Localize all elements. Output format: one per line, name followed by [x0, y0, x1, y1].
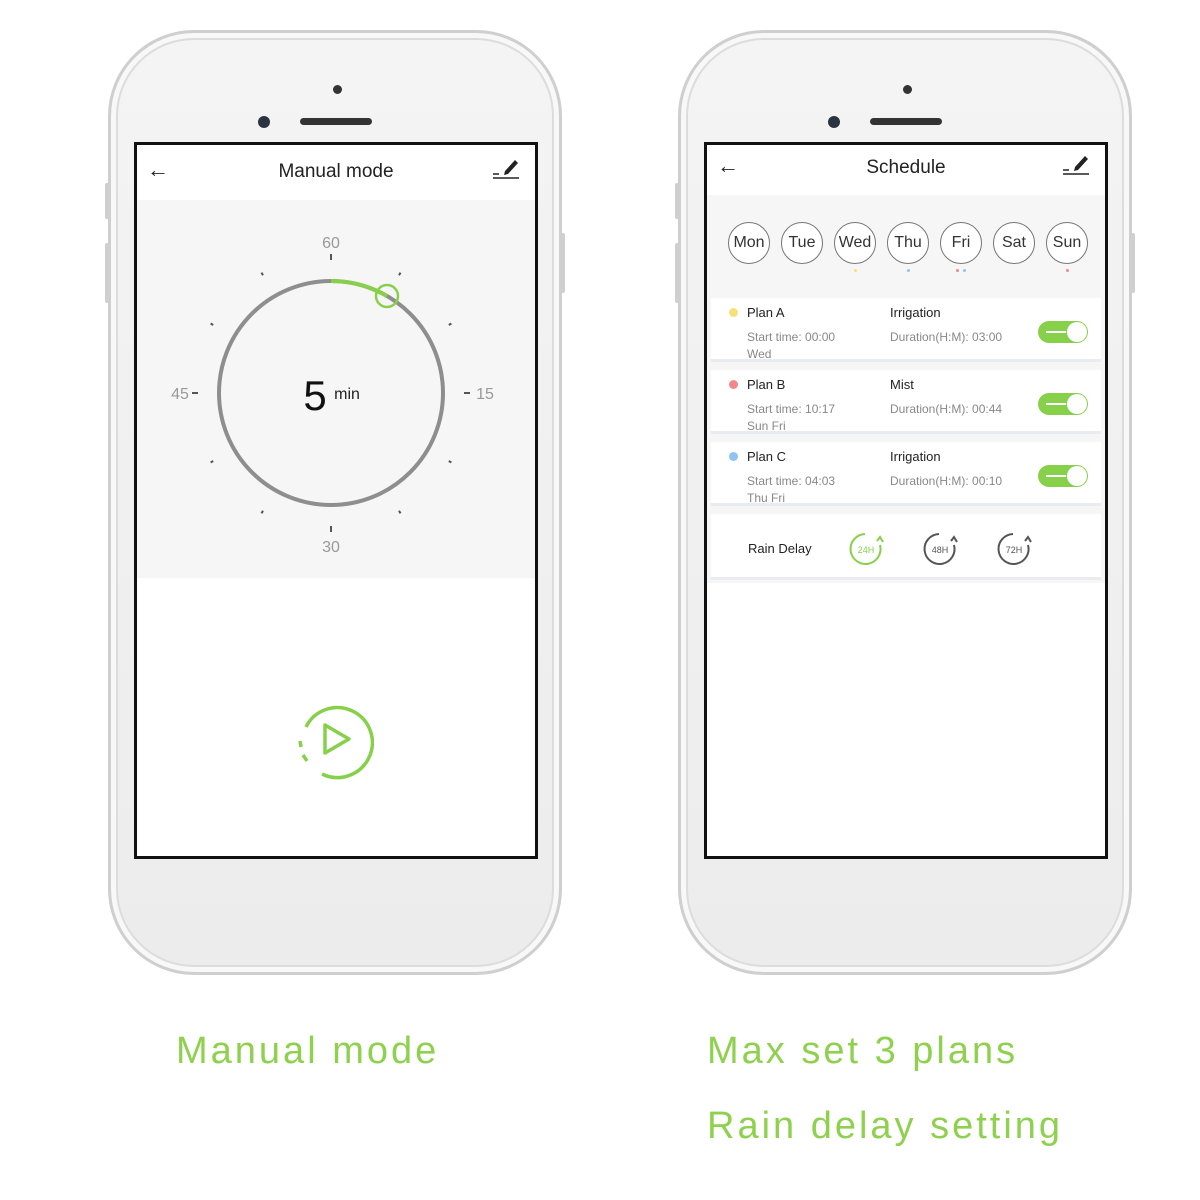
dial-label-60: 60: [322, 235, 340, 252]
plan-color-dot: [729, 452, 738, 461]
dial-label-45: 45: [171, 386, 189, 403]
sensor: [333, 85, 342, 94]
front-camera: [258, 116, 270, 128]
plan-type: Mist: [890, 377, 914, 392]
dial-tick: [448, 460, 452, 464]
dial-tick: [260, 510, 264, 514]
plan-enable-toggle[interactable]: [1038, 321, 1088, 343]
header: ← Manual mode: [137, 145, 535, 200]
plan-dot: [853, 269, 857, 272]
plan-color-dot: [729, 380, 738, 389]
plan-dot: [1065, 269, 1069, 272]
day-thu[interactable]: Thu: [887, 222, 929, 264]
front-camera: [828, 116, 840, 128]
header: ← Schedule: [707, 145, 1105, 195]
plan-dot: [906, 269, 910, 272]
timer-unit: min: [334, 386, 360, 403]
timer-dial[interactable]: 60 15 30 45 5 min: [137, 200, 535, 578]
pencil-icon[interactable]: [493, 157, 519, 179]
page-title: Schedule: [866, 157, 946, 178]
rain-delay-48h-icon[interactable]: 48H: [921, 529, 961, 569]
dial-track: [217, 279, 445, 507]
plan-name: Plan C: [747, 449, 787, 464]
caption-plans: Max set 3 plans: [707, 1030, 1019, 1072]
dial-panel: 60 15 30 45 5 min: [137, 200, 535, 578]
plan-color-dot: [729, 308, 738, 317]
page-title: Manual mode: [278, 161, 394, 182]
plan-type: Irrigation: [890, 449, 941, 464]
manual-mode-screen: ← Manual mode 60 15 30 45 5 min: [134, 142, 538, 859]
dial-tick: [210, 460, 214, 464]
plan-enable-toggle[interactable]: [1038, 465, 1088, 487]
plan-row[interactable]: Plan B Start time: 10:17 Sun Fri Mist Du…: [711, 370, 1101, 434]
caption-rain-delay: Rain delay setting: [707, 1105, 1064, 1147]
dial-label-15: 15: [476, 386, 494, 403]
timer-value: 5: [303, 372, 326, 419]
plan-row[interactable]: Plan A Start time: 00:00 Wed Irrigation …: [711, 298, 1101, 362]
sensor: [903, 85, 912, 94]
rain-delay-24h-icon[interactable]: 24H: [847, 529, 887, 569]
dial-tick: [260, 272, 264, 276]
speaker: [300, 118, 372, 125]
rain-delay-option: 72H: [1006, 545, 1023, 555]
day-mon[interactable]: Mon: [728, 222, 770, 264]
day-plan-dots: [887, 269, 929, 272]
dial-tick: [210, 322, 214, 326]
plan-start-time: Start time: 10:17: [747, 402, 836, 416]
plan-type: Irrigation: [890, 305, 941, 320]
plan-days: Wed: [747, 347, 772, 361]
day-tue[interactable]: Tue: [781, 222, 823, 264]
rain-delay-72h-icon[interactable]: 72H: [995, 529, 1035, 569]
plan-name: Plan A: [747, 305, 785, 320]
pencil-icon[interactable]: [1063, 153, 1089, 175]
day-plan-dots: [940, 269, 982, 272]
day-sun[interactable]: Sun: [1046, 222, 1088, 264]
dial-label-30: 30: [322, 539, 340, 556]
dial-tick: [398, 272, 402, 276]
rain-delay-option: 48H: [932, 545, 949, 555]
plan-start-time: Start time: 04:03: [747, 474, 836, 488]
rain-delay-label: Rain Delay: [748, 541, 812, 556]
schedule-screen: ← Schedule Mon Tue Wed Thu Fri Sat Sun Plan A …: [704, 142, 1108, 859]
caption-manual: Manual mode: [176, 1030, 440, 1072]
plan-dot: [956, 269, 959, 272]
dial-tick: [448, 322, 452, 326]
day-plan-dots: [834, 269, 876, 272]
plan-days: Sun Fri: [747, 419, 786, 433]
play-icon[interactable]: [294, 701, 374, 781]
plan-days: Thu Fri: [747, 491, 786, 505]
plan-row[interactable]: Plan C Start time: 04:03 Thu Fri Irrigat…: [711, 442, 1101, 506]
day-wed[interactable]: Wed: [834, 222, 876, 264]
day-fri[interactable]: Fri: [940, 222, 982, 264]
dial-tick: [398, 510, 402, 514]
day-sat[interactable]: Sat: [993, 222, 1035, 264]
plan-duration: Duration(H:M): 00:44: [890, 402, 1003, 416]
plan-duration: Duration(H:M): 03:00: [890, 330, 1003, 344]
rain-delay-option: 24H: [858, 545, 875, 555]
plan-enable-toggle[interactable]: [1038, 393, 1088, 415]
speaker: [870, 118, 942, 125]
plan-name: Plan B: [747, 377, 786, 392]
day-plan-dots: [1046, 269, 1088, 272]
plan-duration: Duration(H:M): 00:10: [890, 474, 1003, 488]
plan-start-time: Start time: 00:00: [747, 330, 836, 344]
rain-delay-row: Rain Delay 24H 48H 72H: [711, 514, 1101, 580]
plan-dot: [963, 269, 966, 272]
